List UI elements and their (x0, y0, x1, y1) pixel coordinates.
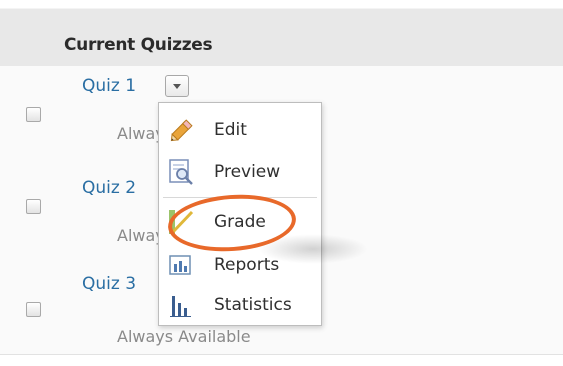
quiz-title-link[interactable]: Quiz 2 (82, 178, 136, 198)
menu-item-label: Grade (214, 212, 266, 232)
menu-item-edit[interactable]: Edit (159, 111, 321, 151)
menu-item-grade[interactable]: Grade (159, 203, 321, 243)
preview-icon (169, 159, 193, 185)
menu-divider (163, 197, 317, 198)
pencil-icon (170, 119, 193, 142)
quiz-checkbox[interactable] (26, 107, 41, 122)
menu-item-label: Edit (214, 120, 247, 140)
menu-item-reports[interactable]: Reports (159, 246, 321, 286)
quiz-title-link[interactable]: Quiz 3 (82, 274, 136, 294)
menu-item-label: Statistics (214, 295, 292, 315)
chevron-down-icon (173, 84, 181, 89)
section-title: Current Quizzes (64, 35, 213, 55)
quiz-context-menu: Edit Preview Grade Reports Statistics (158, 102, 322, 326)
menu-item-label: Preview (214, 162, 281, 182)
quiz-list-header: Current Quizzes (0, 8, 563, 67)
reports-icon (169, 255, 191, 275)
availability-status: Always Available (117, 327, 251, 346)
statistics-icon (170, 296, 191, 317)
quiz-menu-toggle-button[interactable] (165, 75, 189, 97)
quiz-list-panel: Current Quizzes Quiz 1 Always Available … (0, 0, 563, 366)
grade-icon (169, 210, 194, 234)
quiz-title-link[interactable]: Quiz 1 (82, 76, 136, 96)
menu-item-statistics[interactable]: Statistics (159, 286, 321, 326)
quiz-checkbox[interactable] (26, 199, 41, 214)
menu-item-preview[interactable]: Preview (159, 153, 321, 193)
quiz-checkbox[interactable] (26, 302, 41, 317)
menu-item-label: Reports (214, 255, 280, 275)
